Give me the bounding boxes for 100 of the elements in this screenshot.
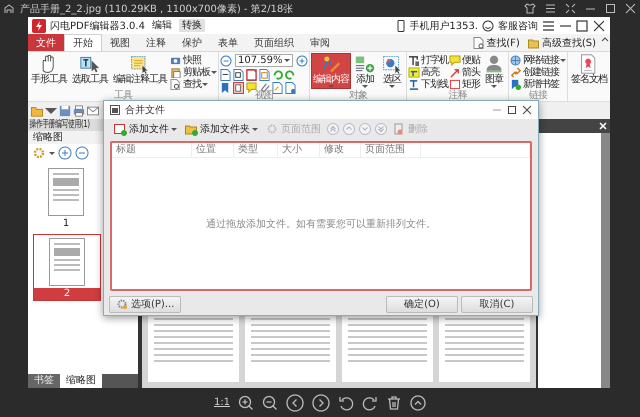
column-header[interactable]: 位置	[192, 143, 234, 157]
cancel-button[interactable]: 取消(C)	[461, 296, 533, 312]
trash-icon[interactable]	[386, 394, 402, 410]
ribbon-button[interactable]: 新增书签	[510, 78, 566, 90]
find-link[interactable]: 查找(F)	[486, 36, 520, 50]
rotate-left-icon[interactable]	[338, 394, 354, 410]
column-header[interactable]: 类型	[234, 143, 278, 157]
group-label: 视图	[254, 91, 274, 101]
house-icon[interactable]	[4, 4, 14, 14]
ribbon-button[interactable]: 打字机	[408, 54, 448, 66]
zoom-out-icon[interactable]	[75, 146, 89, 160]
page-tool-icon[interactable]	[220, 69, 231, 81]
ribbon-button[interactable]: 选取工具	[70, 53, 110, 86]
envelope-icon[interactable]	[87, 104, 99, 116]
close-icon[interactable]	[593, 20, 606, 32]
ribbon-button[interactable]: 选区	[379, 53, 405, 89]
zoom-out-icon[interactable]	[220, 54, 232, 66]
up-icon[interactable]	[410, 394, 426, 410]
close-icon[interactable]	[625, 3, 636, 14]
ribbon-button[interactable]: 编辑内容	[311, 53, 351, 89]
ribbon-button[interactable]: 添加	[352, 53, 378, 89]
tool-icon	[449, 66, 461, 78]
column-header[interactable]: 标题	[112, 143, 192, 157]
tool-icon	[170, 66, 182, 78]
zoom-in-icon[interactable]	[58, 146, 72, 160]
tool-icon	[449, 54, 461, 66]
dialog-title: 合并文件	[125, 104, 165, 117]
column-header[interactable]: 页面范围	[361, 143, 421, 157]
ribbon-button[interactable]: 图章	[481, 53, 507, 89]
tool-icon	[408, 66, 420, 78]
ribbon-button[interactable]: 编辑注释工具	[111, 53, 169, 86]
mode-tab[interactable]: 转换	[178, 19, 205, 32]
next-icon[interactable]	[312, 394, 330, 412]
maximize-icon[interactable]	[576, 20, 589, 32]
ribbon-button[interactable]: 快照	[170, 54, 217, 66]
support-link[interactable]: 客服咨询	[498, 18, 538, 32]
panel-tab[interactable]: 书签	[28, 374, 60, 388]
options-button[interactable]: 选项(P)...	[109, 296, 182, 312]
previous-icon[interactable]	[286, 394, 304, 412]
fullscreen-icon[interactable]	[565, 3, 576, 14]
toolbar-button[interactable]: 添加文件夹	[183, 122, 260, 136]
ribbon-button[interactable]: 高亮	[408, 66, 448, 78]
file-menu[interactable]: 文件	[28, 34, 64, 51]
page-tool-icon[interactable]	[233, 82, 244, 94]
phone-icon	[397, 20, 406, 32]
ribbon-button[interactable]: 箭头	[449, 66, 480, 78]
ok-button[interactable]: 确定(O)	[386, 296, 458, 312]
ribbon-button[interactable]: 剪贴板	[170, 66, 217, 78]
group-label: 工具	[113, 91, 134, 101]
folder-icon[interactable]	[31, 104, 43, 116]
ribbon-button[interactable]: 下划线	[408, 78, 448, 90]
tool-icon	[320, 54, 342, 74]
ribbon-button[interactable]: 网络链接	[510, 54, 566, 66]
actual-size-button[interactable]: 1:1	[214, 397, 230, 408]
zoom-field[interactable]: 107.59%	[235, 54, 293, 67]
gear-icon	[116, 298, 128, 310]
user-name[interactable]: 手机用户1353.	[409, 18, 478, 32]
panel-tab[interactable]: 缩略图	[60, 374, 102, 388]
ribbon-tab[interactable]: 开始	[64, 34, 102, 51]
close-icon[interactable]	[522, 105, 532, 115]
column-header[interactable]: 修改	[320, 143, 361, 157]
page-thumbnail[interactable]: 2	[33, 234, 101, 301]
ribbon-button[interactable]: 手形工具	[29, 53, 69, 86]
mode-tab[interactable]: 编辑	[148, 19, 175, 32]
ribbon-button[interactable]: 查找	[170, 78, 217, 90]
ribbon-tab[interactable]: 视图	[102, 34, 138, 51]
scrollbar[interactable]	[601, 133, 610, 388]
ribbon-tab[interactable]: 审阅	[302, 34, 338, 51]
shirt-icon[interactable]	[524, 3, 536, 14]
menu-icon[interactable]	[542, 20, 555, 32]
advanced-find-link[interactable]: 高级查找(S)	[542, 36, 596, 50]
page-thumbnail[interactable]: 1	[33, 165, 99, 230]
caret-icon[interactable]	[49, 152, 55, 154]
ribbon-button[interactable]: 便贴	[449, 54, 480, 66]
ribbon-tab[interactable]: 页面组织	[246, 34, 302, 51]
ribbon-button[interactable]: 矩形	[449, 78, 480, 90]
group-label: 链接	[528, 91, 548, 101]
column-header[interactable]: 大小	[278, 143, 320, 157]
group-label: 注释	[448, 91, 468, 101]
zoom-in-icon[interactable]	[296, 54, 308, 66]
toolbar-button[interactable]: 添加文件	[112, 122, 179, 136]
zoom-out-icon[interactable]	[262, 394, 278, 410]
ribbon-button[interactable]: 签名文档	[569, 53, 609, 86]
rotate-right-icon[interactable]	[362, 394, 378, 410]
maximize-icon[interactable]	[507, 105, 517, 115]
empty-message: 通过拖放添加文件。如有需要您可以重新排列文件。	[206, 218, 436, 230]
smiley-icon	[482, 20, 494, 32]
gear-icon	[266, 122, 279, 136]
page-tool-icon[interactable]	[246, 69, 257, 81]
maximize-icon[interactable]	[605, 3, 616, 14]
save-icon[interactable]	[59, 104, 71, 116]
ribbon-button[interactable]: 创建链接	[510, 66, 566, 78]
printer-icon[interactable]	[73, 104, 85, 116]
page-tool-icon[interactable]	[233, 69, 244, 81]
zoom-in-icon[interactable]	[238, 394, 254, 410]
menu-icon[interactable]	[545, 3, 556, 14]
folder-add-icon	[185, 122, 198, 136]
ribbon-tab[interactable]: 注释	[138, 34, 174, 51]
ribbon-tab[interactable]: 表单	[210, 34, 246, 51]
ribbon-tab[interactable]: 保护	[174, 34, 210, 51]
